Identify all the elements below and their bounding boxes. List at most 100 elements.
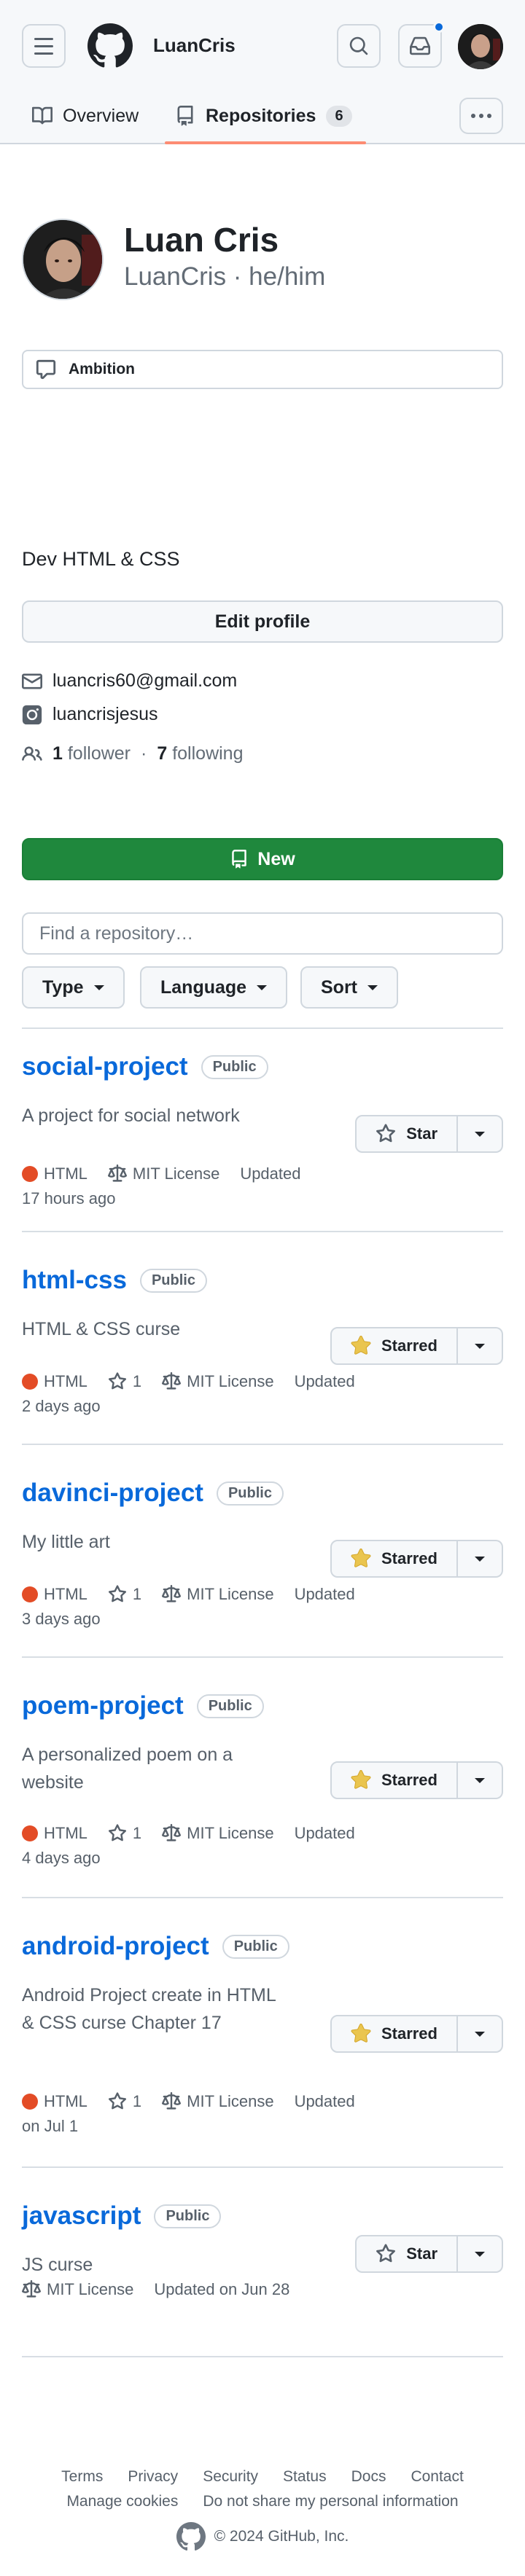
user-menu-avatar[interactable] (458, 24, 503, 69)
tab-repositories[interactable]: Repositories 6 (175, 87, 352, 144)
footer-link-do-not-share[interactable]: Do not share my personal information (203, 2493, 458, 2510)
star-icon (108, 1824, 126, 1841)
visibility-badge: Public (154, 2204, 222, 2228)
license-name: MIT License (187, 1824, 274, 1842)
language-filter-button[interactable]: Language (140, 966, 288, 1009)
more-options-button[interactable] (459, 98, 503, 134)
footer-link-privacy[interactable]: Privacy (128, 2468, 178, 2486)
speech-bubble-icon (36, 359, 56, 380)
unstar-button[interactable]: Starred (330, 1540, 458, 1578)
unstar-button[interactable]: Starred (330, 1761, 458, 1799)
repo-name-link[interactable]: poem-project (22, 1691, 184, 1720)
star-button-group: Star (355, 2235, 503, 2273)
profile-email[interactable]: luancris60@gmail.com (22, 670, 237, 692)
search-icon (349, 36, 368, 55)
footer-link-manage-cookies[interactable]: Manage cookies (66, 2493, 178, 2510)
repo-name-link[interactable]: android-project (22, 1932, 209, 1961)
repo-updated-label: Updated (294, 1824, 355, 1842)
star-icon (108, 1372, 126, 1390)
footer-link-terms[interactable]: Terms (61, 2468, 103, 2486)
kebab-icon-dot (479, 114, 483, 118)
star-button-label: Starred (381, 1336, 438, 1355)
repo-license: MIT License (162, 2089, 274, 2114)
repo-stargazers-link[interactable]: 1 (108, 1582, 141, 1607)
footer-links-secondary: Manage cookies Do not share my personal … (0, 2493, 525, 2510)
following-link[interactable]: 7 following (157, 743, 243, 764)
star-list-dropdown-button[interactable] (458, 1327, 503, 1365)
visibility-badge: Public (196, 1694, 264, 1718)
star-list-dropdown-button[interactable] (458, 2015, 503, 2053)
repo-name-link[interactable]: javascript (22, 2201, 141, 2231)
repo-updated-time: 4 days ago (22, 1849, 101, 1867)
profile-avatar[interactable] (22, 219, 104, 300)
new-repository-button[interactable]: New (22, 838, 503, 880)
repo-meta: MIT License Updated on Jun 28 (22, 2277, 401, 2302)
license-name: MIT License (187, 1372, 274, 1390)
find-repository-input[interactable] (22, 912, 503, 955)
edit-profile-button[interactable]: Edit profile (22, 600, 503, 643)
star-button-label: Starred (381, 2024, 438, 2043)
avatar-image (23, 220, 102, 299)
search-button[interactable] (337, 24, 381, 68)
email-text: luancris60@gmail.com (52, 670, 238, 691)
repo-license: MIT License (162, 1369, 274, 1394)
star-fill-icon (351, 1336, 371, 1355)
footer-links-primary: Terms Privacy Security Status Docs Conta… (0, 2468, 525, 2486)
github-logo-icon[interactable] (88, 23, 133, 68)
footer-link-docs[interactable]: Docs (351, 2468, 386, 2486)
followers-label: follower (67, 743, 131, 764)
tab-overview-label: Overview (63, 105, 139, 126)
law-icon (162, 2092, 182, 2110)
tab-overview[interactable]: Overview (32, 87, 139, 144)
repo-name-link[interactable]: html-css (22, 1266, 127, 1295)
language-name: HTML (44, 1164, 88, 1183)
type-filter-button[interactable]: Type (22, 966, 125, 1009)
menu-button[interactable] (22, 24, 66, 68)
repo-language: HTML (22, 1821, 88, 1846)
owner-name-link[interactable]: LuanCris (153, 34, 236, 57)
star-button[interactable]: Star (355, 2235, 458, 2273)
stargazer-count: 1 (132, 1585, 142, 1603)
repo-name-link[interactable]: social-project (22, 1052, 188, 1081)
repo-card: javascript Public JS curse MIT License Up… (22, 2168, 503, 2357)
repo-description: HTML & CSS curse (22, 1319, 181, 1339)
repo-updated-time: on Jul 1 (22, 2117, 79, 2135)
star-button-label: Star (406, 2244, 438, 2263)
profile-instagram[interactable]: luancrisjesus (22, 704, 158, 725)
followers-link[interactable]: 1 follower (52, 743, 131, 764)
profile-bio: Dev HTML & CSS (22, 548, 180, 570)
repo-license: MIT License (22, 2277, 133, 2302)
footer-copyright: © 2024 GitHub, Inc. (0, 2522, 525, 2551)
menu-icon-bar (34, 44, 53, 47)
repo-stargazers-link[interactable]: 1 (108, 1369, 141, 1394)
star-list-dropdown-button[interactable] (458, 2235, 503, 2273)
star-icon (376, 2244, 396, 2263)
repo-icon (177, 106, 193, 126)
repo-name-link[interactable]: davinci-project (22, 1479, 203, 1508)
star-button-group: Starred (330, 1761, 503, 1799)
footer-link-status[interactable]: Status (283, 2468, 327, 2486)
star-list-dropdown-button[interactable] (458, 1115, 503, 1153)
follow-separator: · (141, 743, 147, 764)
language-name: HTML (44, 2092, 88, 2110)
law-icon (22, 2280, 41, 2298)
repo-stargazers-link[interactable]: 1 (108, 1821, 141, 1846)
footer-link-contact[interactable]: Contact (411, 2468, 463, 2486)
repo-card: davinci-project Public My little art HTM… (22, 1445, 503, 1658)
repo-stargazers-link[interactable]: 1 (108, 2089, 141, 2114)
inbox-button[interactable] (398, 21, 445, 68)
star-button-label: Starred (381, 1549, 438, 1567)
language-name: HTML (44, 1372, 88, 1390)
repo-license: MIT License (162, 1821, 274, 1846)
visibility-badge: Public (201, 1054, 268, 1079)
unstar-button[interactable]: Starred (330, 1327, 458, 1365)
github-logo-icon[interactable] (176, 2522, 206, 2551)
footer-link-security[interactable]: Security (203, 2468, 258, 2486)
sort-filter-button[interactable]: Sort (300, 966, 398, 1009)
triangle-down-icon (475, 1777, 485, 1783)
status-message[interactable]: Ambition (22, 350, 503, 389)
star-button[interactable]: Star (355, 1115, 458, 1153)
unstar-button[interactable]: Starred (330, 2015, 458, 2053)
star-list-dropdown-button[interactable] (458, 1761, 503, 1799)
star-list-dropdown-button[interactable] (458, 1540, 503, 1578)
